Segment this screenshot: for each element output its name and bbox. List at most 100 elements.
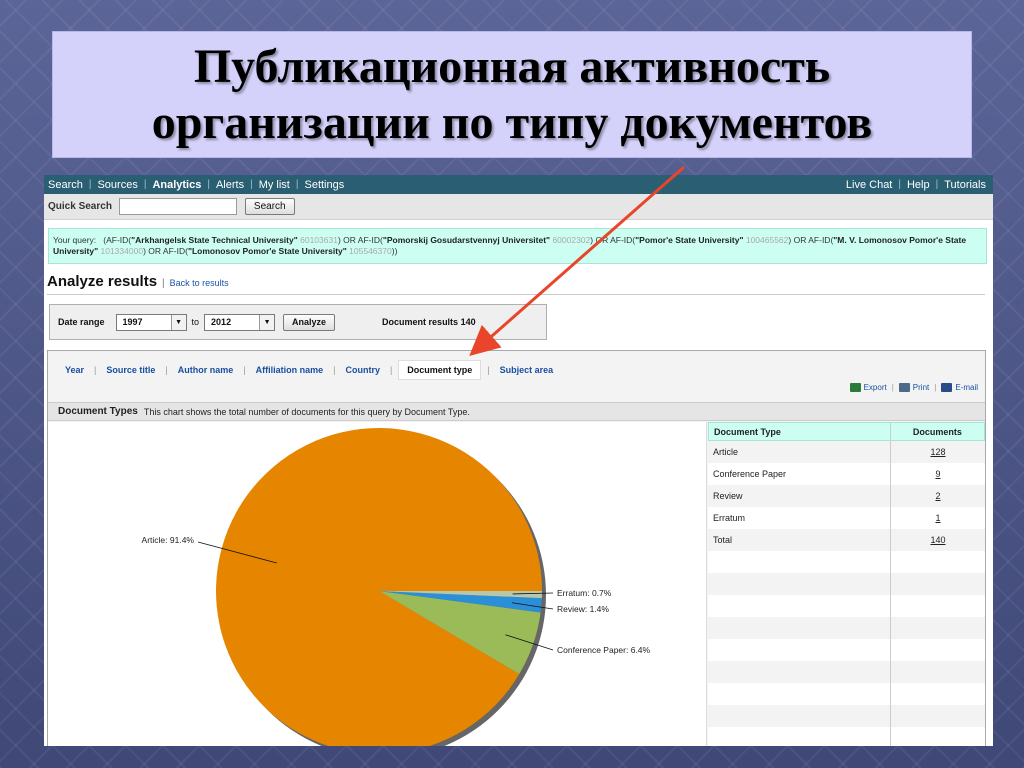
query-affiliation-name: "Pomorskij Gosudarstvennyj Universitet": [382, 235, 551, 245]
query-prefix: Your query:: [53, 235, 97, 245]
table-row: Conference Paper 9: [708, 463, 985, 485]
slide-title-line2: организации по типу документов: [151, 95, 873, 149]
nav-help[interactable]: Help: [907, 179, 930, 191]
query-affiliation-id: 60002302: [550, 235, 591, 245]
query-box: Your query: (AF-ID("Arkhangelsk State Te…: [48, 228, 987, 264]
nav-tutorials[interactable]: Tutorials: [944, 179, 986, 191]
date-to-select[interactable]: 2012 ▼: [204, 313, 276, 331]
date-to-value: 2012: [211, 317, 232, 327]
pie-chart: Article: 91.4% Conference Paper: 6.4% Revi…: [142, 428, 651, 746]
email-icon: [941, 383, 953, 392]
row-type: Review: [708, 485, 891, 507]
top-navigation: Search | Sources | Analytics | Alerts | My l…: [44, 175, 993, 194]
date-to-label: to: [191, 317, 200, 327]
table-row-empty: [708, 595, 985, 617]
date-from-value: 1997: [122, 317, 143, 327]
nav-analytics[interactable]: Analytics: [152, 179, 201, 191]
tab-country[interactable]: Country: [341, 361, 384, 379]
query-term-suffix: ) OR: [143, 246, 163, 256]
date-range-label: Date range: [58, 317, 105, 327]
row-count-link[interactable]: 2: [935, 491, 940, 501]
nav-my-list[interactable]: My list: [259, 179, 290, 191]
pie-chart-area: Article: 91.4% Conference Paper: 6.4% Revi…: [48, 422, 707, 746]
email-link[interactable]: E-mail: [955, 383, 978, 392]
nav-sources[interactable]: Sources: [97, 179, 137, 191]
pie-slice-label: Conference Paper: 6.4%: [557, 645, 651, 655]
table-row-empty: [708, 573, 985, 595]
row-type: Article: [708, 441, 891, 463]
date-range-box: Date range 1997 ▼ to 2012 ▼ Analyze Docu…: [49, 304, 547, 340]
query-affiliation-name: "Pomor'e State University": [635, 235, 744, 245]
tab-source-title[interactable]: Source title: [102, 361, 159, 379]
header-document-type: Document Type: [709, 423, 891, 440]
scopus-window: Search | Sources | Analytics | Alerts | My l…: [44, 175, 993, 746]
query-term-suffix: ) OR: [788, 235, 809, 245]
analysis-tabs: Year | Source title | Author name | Affilia…: [48, 351, 985, 381]
nav-right: Live Chat | Help | Tutorials: [845, 178, 986, 191]
query-affiliation-name: "Arkhangelsk State Technical University": [131, 235, 298, 245]
analyze-button[interactable]: Analyze: [283, 313, 336, 331]
query-term-prefix: (AF-ID(: [103, 235, 132, 245]
export-icon: [849, 383, 861, 392]
query-term-prefix: AF-ID(: [808, 235, 834, 245]
quick-search-button[interactable]: Search: [244, 198, 295, 215]
query-affiliation-id: 101334000: [98, 246, 144, 256]
pie-slice-label: Review: 1.4%: [557, 604, 609, 614]
row-count-link[interactable]: 1: [935, 513, 940, 523]
row-type: Total: [708, 529, 891, 551]
quick-search-label: Quick Search: [48, 201, 112, 212]
nav-alerts[interactable]: Alerts: [216, 179, 244, 191]
chevron-down-icon: ▼: [170, 314, 186, 330]
chevron-down-icon: ▼: [259, 314, 275, 330]
query-term-prefix: AF-ID(: [357, 235, 383, 245]
print-icon: [898, 383, 910, 392]
slide-title-line1: Публикационная активность: [193, 39, 831, 93]
tab-subject-area[interactable]: Subject area: [496, 361, 558, 379]
table-row-empty: [708, 639, 985, 661]
quick-search-input[interactable]: [118, 198, 237, 215]
query-term-suffix: ) OR: [590, 235, 611, 245]
query-term-prefix: AF-ID(: [162, 246, 188, 256]
back-to-results-link[interactable]: Back to results: [170, 278, 229, 288]
print-link[interactable]: Print: [913, 383, 929, 392]
table-row-empty: [708, 683, 985, 705]
table-row-empty: [708, 705, 985, 727]
analyze-header: Analyze results | Back to results: [47, 273, 985, 295]
nav-left: Search | Sources | Analytics | Alerts | My l…: [48, 178, 345, 191]
table-row: Review 2: [708, 485, 985, 507]
quick-search-bar: Quick Search Search: [44, 194, 993, 220]
table-header-row: Document Type Documents: [708, 422, 985, 441]
query-affiliation-name: "Lomonosov Pomor'e State University": [187, 246, 347, 256]
nav-search[interactable]: Search: [48, 179, 83, 191]
pie-slice[interactable]: [216, 428, 542, 746]
row-count-link[interactable]: 9: [935, 469, 940, 479]
table-row-empty: [708, 661, 985, 683]
query-term-suffix: ) OR: [337, 235, 358, 245]
query-affiliation-id: 60103631: [297, 235, 338, 245]
nav-settings[interactable]: Settings: [304, 179, 344, 191]
row-type: Erratum: [708, 507, 891, 529]
tab-document-type[interactable]: Document type: [398, 359, 482, 380]
document-types-description: This chart shows the total number of doc…: [143, 406, 470, 417]
export-link[interactable]: Export: [864, 383, 887, 392]
tab-year[interactable]: Year: [61, 361, 88, 379]
header-documents: Documents: [912, 426, 962, 437]
analyze-title: Analyze results: [47, 273, 158, 290]
row-count-link[interactable]: 128: [930, 447, 945, 457]
table-row: Erratum 1: [708, 507, 985, 529]
analysis-panel: Year | Source title | Author name | Affilia…: [47, 350, 986, 746]
export-actions: Export | Print | E-mail: [849, 383, 978, 392]
tab-author-name[interactable]: Author name: [174, 361, 238, 379]
table-row-empty: [708, 727, 985, 746]
tab-affiliation-name[interactable]: Affiliation name: [252, 361, 328, 379]
table-row: Total 140: [708, 529, 985, 551]
slide-title: Публикационная активность организации по…: [52, 31, 972, 158]
table-row: Article 128: [708, 441, 985, 463]
nav-live-chat[interactable]: Live Chat: [846, 179, 892, 191]
document-types-heading: Document Types: [58, 406, 138, 417]
date-from-select[interactable]: 1997 ▼: [115, 313, 187, 331]
row-type: Conference Paper: [708, 463, 891, 485]
query-term-suffix: )): [391, 246, 398, 256]
row-count-link[interactable]: 140: [930, 535, 945, 545]
table-row-empty: [708, 551, 985, 573]
